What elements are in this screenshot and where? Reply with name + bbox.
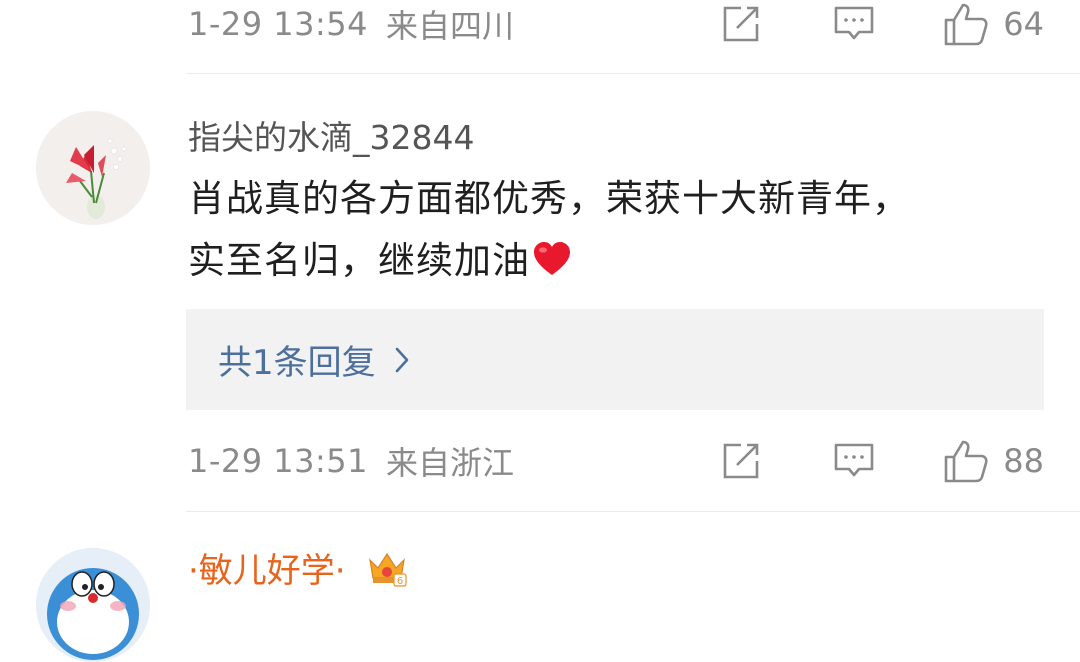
comment-icon <box>834 6 874 40</box>
share-icon <box>723 443 759 479</box>
comment-time: 1-29 13:51 <box>188 442 369 480</box>
like-count: 64 <box>1003 5 1044 43</box>
crown-badge-icon: 6 <box>369 552 408 587</box>
comment-time: 1-29 13:54 <box>188 5 369 43</box>
comment-button[interactable] <box>833 441 875 481</box>
thumbs-up-icon <box>944 440 988 483</box>
divider <box>186 73 1080 74</box>
comment-location: 来自浙江 <box>386 444 515 482</box>
share-icon <box>723 6 759 42</box>
username-text: ·敏儿好学· <box>188 551 346 591</box>
chevron-right-icon <box>395 347 408 372</box>
comment-button[interactable] <box>833 4 875 44</box>
svg-text:6: 6 <box>397 576 403 587</box>
comment-meta-row: 1-29 13:51 来自浙江 88 <box>188 437 1044 485</box>
comment-text: 肖战真的各方面都优秀，荣获十大新青年， 实至名归，继续加油 <box>188 168 1048 292</box>
divider <box>186 511 1080 512</box>
flower-avatar-icon <box>36 111 150 225</box>
comment-meta-row: 1-29 13:54 来自四川 64 <box>188 0 1044 48</box>
comment-icon <box>834 443 874 477</box>
comment-username[interactable]: 指尖的水滴_32844 <box>188 111 474 159</box>
view-replies-link[interactable]: 共1条回复 <box>218 335 376 384</box>
reply-box[interactable]: 共1条回复 <box>186 309 1044 410</box>
like-button[interactable]: 88 <box>943 439 1044 483</box>
comment-actions: 88 <box>721 437 1044 485</box>
comment-location: 来自四川 <box>386 7 515 45</box>
share-button[interactable] <box>721 441 763 481</box>
comment-text-segment: 实至名归，继续加油 <box>188 239 530 282</box>
comment-text-line: 肖战真的各方面都优秀，荣获十大新青年， <box>188 177 910 220</box>
share-button[interactable] <box>721 4 763 44</box>
avatar[interactable] <box>36 548 150 662</box>
thumbs-up-icon <box>944 3 988 46</box>
avatar[interactable] <box>36 111 150 225</box>
heart-icon <box>534 242 570 275</box>
like-count: 88 <box>1003 442 1044 480</box>
doraemon-avatar-icon <box>36 548 150 662</box>
comment-actions: 64 <box>721 0 1044 48</box>
comment-username[interactable]: ·敏儿好学· 6 <box>188 543 408 592</box>
comment-text-line: 实至名归，继续加油 <box>188 230 1048 292</box>
like-button[interactable]: 64 <box>943 2 1044 46</box>
